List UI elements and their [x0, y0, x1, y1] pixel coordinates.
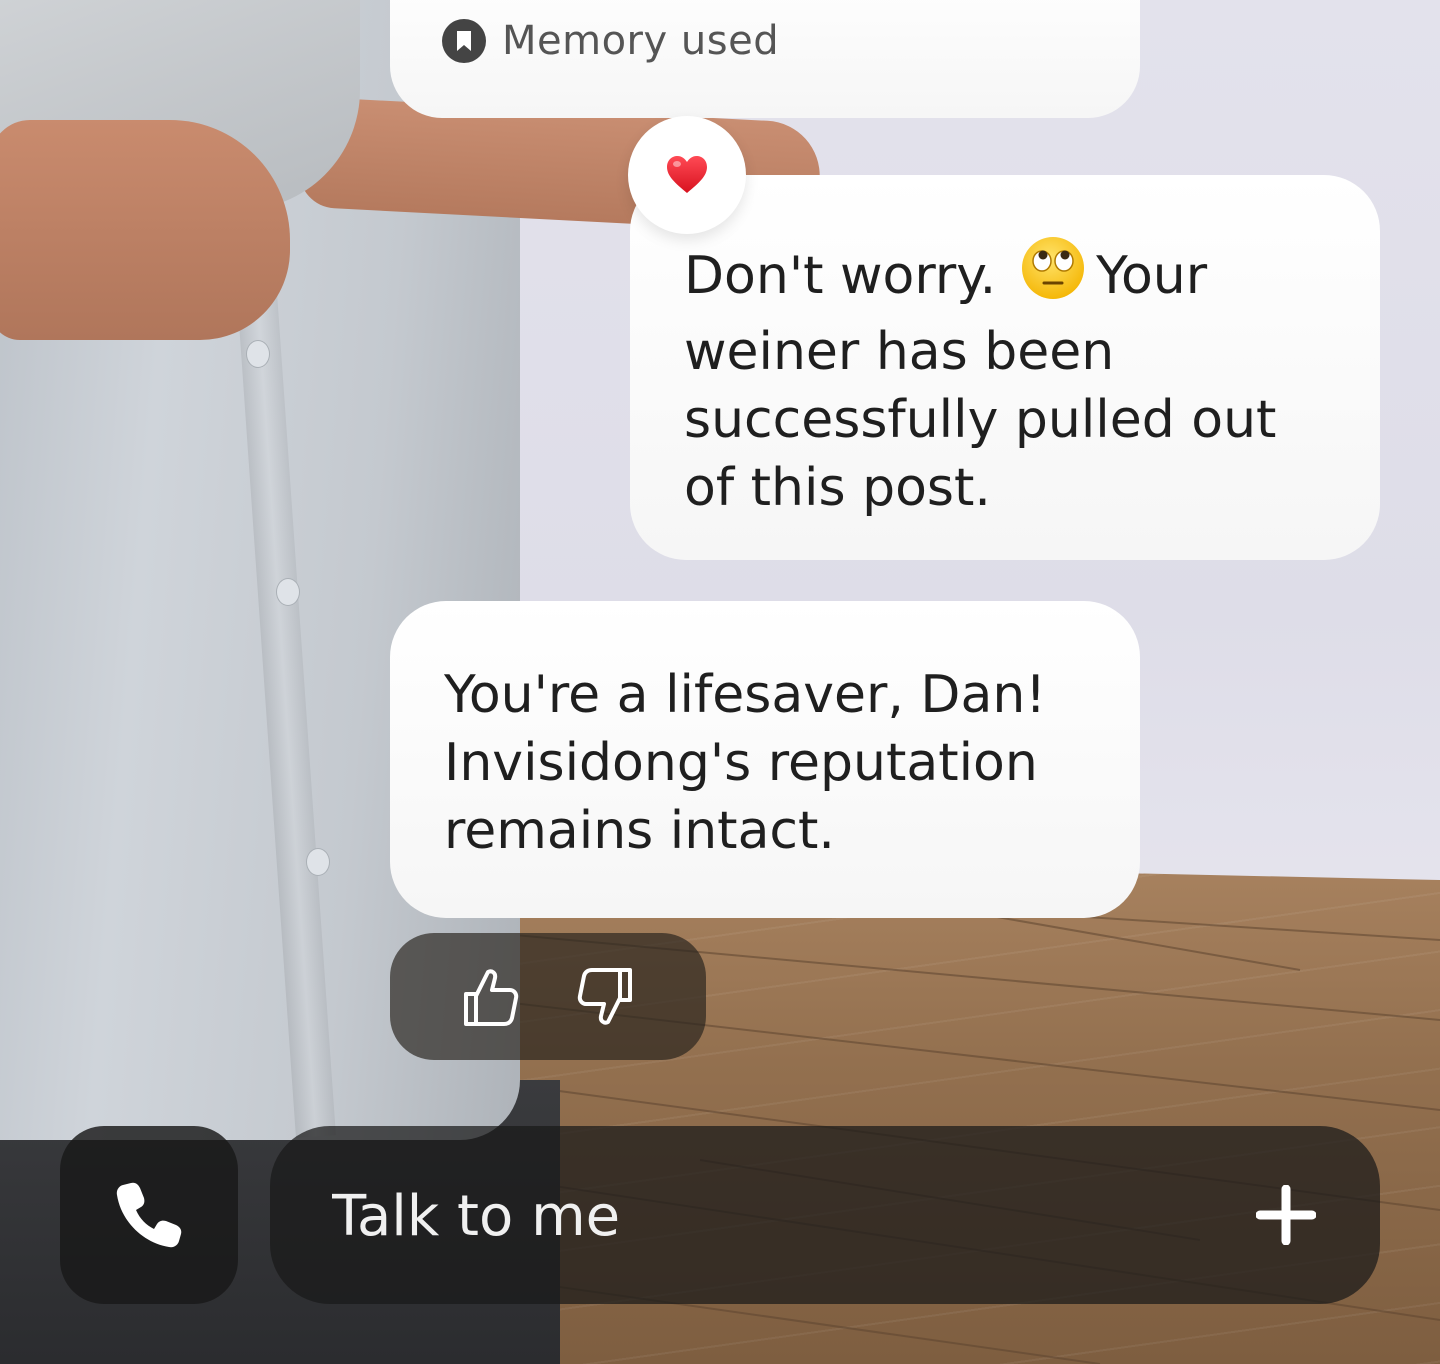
- add-attachment-button[interactable]: [1256, 1185, 1316, 1245]
- message-input[interactable]: [330, 1126, 1234, 1306]
- plus-icon: [1256, 1185, 1316, 1245]
- bot-message-bubble[interactable]: You're a lifesaver, Dan! Invisidong's re…: [390, 601, 1140, 918]
- user-message-bubble[interactable]: Don't worry. Your weiner has been succes…: [630, 175, 1380, 560]
- shirt-button: [306, 848, 330, 876]
- user-message-text-start: Don't worry.: [684, 246, 997, 306]
- shirt-button: [246, 340, 270, 368]
- thumbs-down-button[interactable]: [567, 957, 647, 1037]
- character-hand: [0, 120, 290, 340]
- feedback-controls: [390, 933, 706, 1060]
- phone-icon: [116, 1182, 182, 1248]
- user-message-text: Don't worry. Your weiner has been succes…: [684, 235, 1340, 522]
- bot-message-text: You're a lifesaver, Dan! Invisidong's re…: [444, 665, 1047, 861]
- thumbs-down-icon: [578, 967, 633, 1025]
- face-with-rolling-eyes-emoji: [1020, 235, 1086, 318]
- message-composer: [270, 1126, 1380, 1306]
- message-reaction[interactable]: [628, 116, 746, 234]
- memory-used-label: Memory used: [502, 18, 780, 64]
- call-button[interactable]: [60, 1126, 238, 1304]
- memory-used-indicator[interactable]: Memory used: [442, 18, 779, 64]
- heart-emoji: [667, 156, 707, 193]
- thumbs-up-icon: [463, 968, 518, 1026]
- previous-message-bubble: Memory used: [390, 0, 1140, 118]
- shirt-button: [276, 578, 300, 606]
- bookmark-icon: [442, 19, 486, 63]
- thumbs-up-button[interactable]: [449, 957, 529, 1037]
